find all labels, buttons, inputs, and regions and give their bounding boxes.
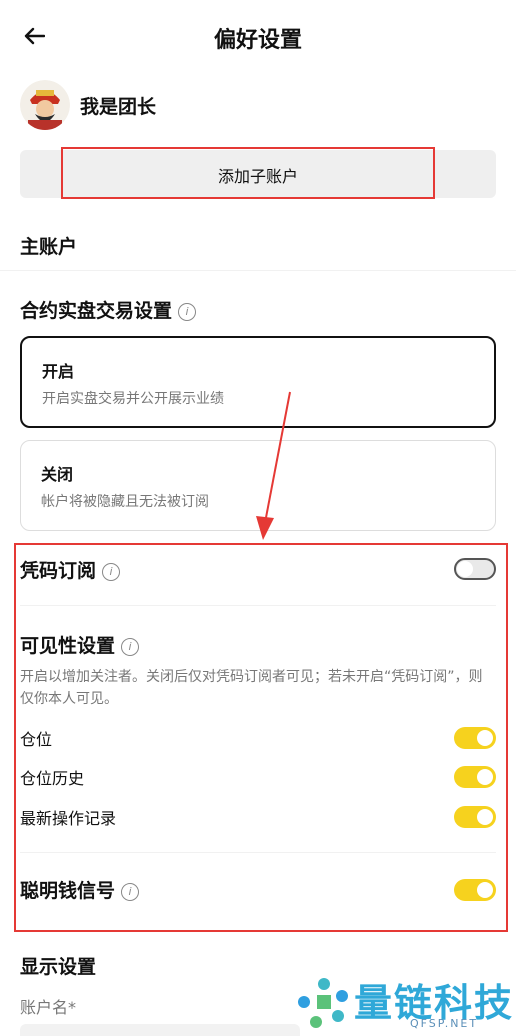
smart-money-label: 聪明钱信号 i — [20, 876, 140, 903]
info-icon[interactable]: i — [121, 882, 140, 901]
divider — [20, 852, 496, 853]
divider — [20, 605, 496, 606]
avatar — [20, 80, 70, 130]
code-subscription-label: 凭码订阅 i — [20, 556, 121, 583]
code-subscription-toggle[interactable] — [454, 558, 496, 580]
option-title: 关闭 — [41, 465, 74, 484]
option-desc: 帐户将被隐藏且无法被订阅 — [41, 494, 209, 510]
visibility-item-label: 最新操作记录 — [20, 809, 117, 828]
position-history-toggle[interactable] — [454, 766, 496, 788]
latest-actions-toggle[interactable] — [454, 806, 496, 828]
info-icon[interactable]: i — [178, 302, 197, 321]
divider — [0, 270, 516, 271]
contract-trading-title: 合约实盘交易设置 i — [20, 296, 197, 323]
display-settings-title: 显示设置 — [20, 956, 97, 978]
profile-name: 我是团长 — [80, 96, 157, 118]
visibility-desc: 开启以增加关注者。关闭后仅对凭码订阅者可见；若未开启“凭码订阅”，则仅你本人可见… — [20, 669, 483, 707]
option-desc: 开启实盘交易并公开展示业绩 — [42, 391, 224, 407]
annotation-box — [14, 543, 508, 932]
watermark-site: QFSP.NET — [410, 1017, 479, 1030]
info-icon[interactable]: i — [102, 562, 121, 581]
main-account-label: 主账户 — [20, 236, 78, 258]
account-name-input[interactable] — [20, 1024, 300, 1036]
smart-money-toggle[interactable] — [454, 879, 496, 901]
account-name-label: 账户名* — [20, 998, 77, 1017]
option-title: 开启 — [42, 362, 75, 381]
annotation-box — [61, 147, 435, 199]
info-icon[interactable]: i — [121, 637, 140, 656]
watermark-logo: 量链科技 QFSP.NET — [298, 970, 514, 1032]
visibility-title: 可见性设置 i — [20, 631, 140, 658]
page-title: 偏好设置 — [213, 28, 302, 53]
brand-logo-icon — [298, 978, 348, 1028]
visibility-item-label: 仓位历史 — [20, 769, 85, 788]
position-toggle[interactable] — [454, 727, 496, 749]
annotation-arrow — [256, 391, 291, 540]
visibility-item-label: 仓位 — [20, 730, 53, 749]
